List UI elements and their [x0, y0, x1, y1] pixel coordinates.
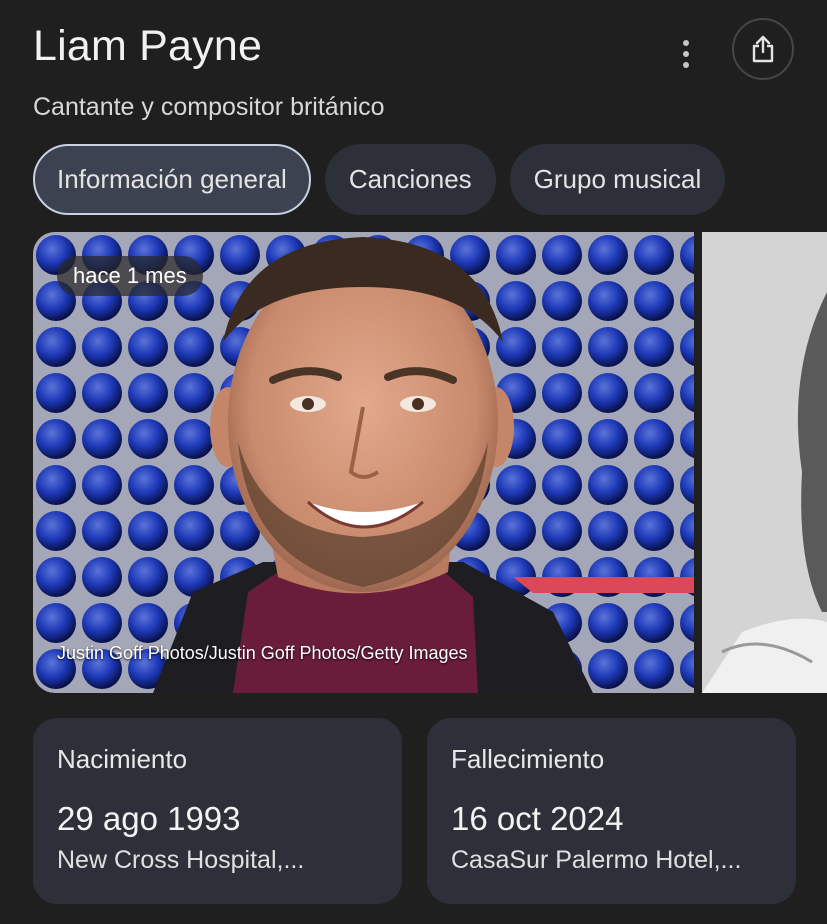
main-photo[interactable]: [33, 232, 694, 693]
more-vert-icon-dot: [683, 62, 689, 68]
fact-label: Fallecimiento: [451, 744, 605, 774]
tab-grupo-musical[interactable]: Grupo musical: [509, 144, 726, 215]
more-vert-icon: [683, 40, 689, 46]
photo-credit: Justin Goff Photos/Justin Goff Photos/Ge…: [57, 643, 468, 663]
share-button[interactable]: [732, 18, 794, 80]
fact-card-death[interactable]: Fallecimiento 16 oct 2024 CasaSur Palerm…: [427, 718, 796, 904]
fact-card-birth[interactable]: Nacimiento 29 ago 1993 New Cross Hospita…: [33, 718, 402, 904]
secondary-portrait-image: [702, 232, 827, 693]
page-title: Liam Payne: [33, 22, 263, 70]
time-badge: hace 1 mes: [57, 256, 203, 296]
fact-value: 29 ago 1993: [57, 800, 241, 837]
page-subtitle: Cantante y compositor británico: [33, 93, 385, 121]
tab-informacion-general[interactable]: Información general: [33, 144, 311, 215]
secondary-photo[interactable]: [702, 232, 827, 693]
share-icon: [752, 35, 774, 63]
more-vert-icon-dot: [683, 51, 689, 57]
fact-detail: CasaSur Palermo Hotel,...: [451, 846, 742, 874]
fact-detail: New Cross Hospital,...: [57, 846, 305, 874]
portrait-image: [33, 232, 694, 693]
more-options-button[interactable]: [664, 32, 708, 76]
fact-value: 16 oct 2024: [451, 800, 624, 837]
fact-label: Nacimiento: [57, 744, 188, 774]
tab-bar: Información general Canciones Grupo musi…: [33, 144, 726, 215]
tab-canciones[interactable]: Canciones: [324, 144, 496, 215]
